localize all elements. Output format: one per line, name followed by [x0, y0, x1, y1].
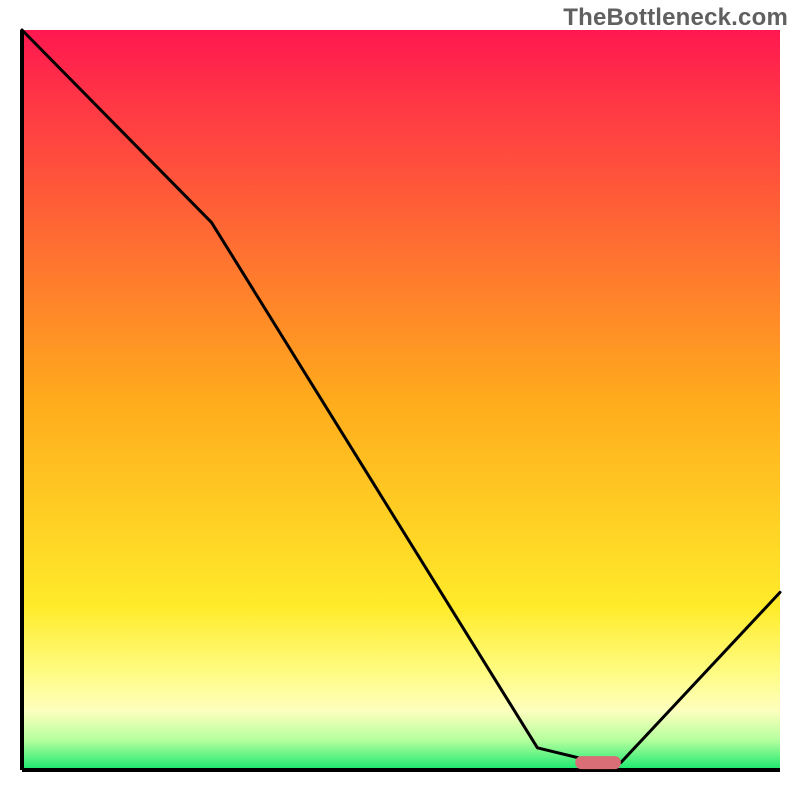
plot-background: [22, 30, 780, 770]
target-zone-marker: [575, 756, 621, 769]
bottleneck-chart: [0, 0, 800, 800]
